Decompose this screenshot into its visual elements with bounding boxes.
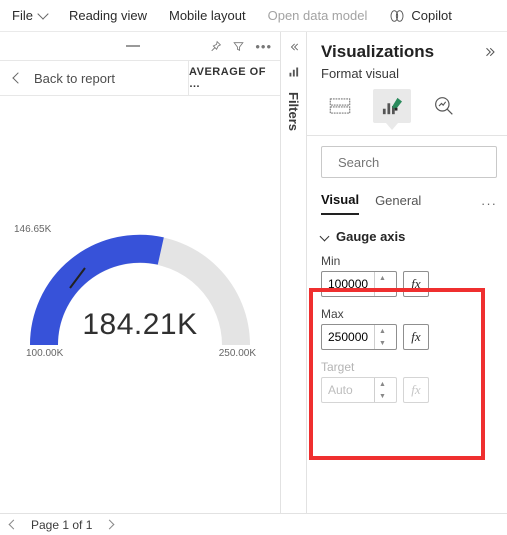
format-subtabs: Visual General ···: [321, 192, 497, 215]
menu-copilot[interactable]: Copilot: [389, 8, 451, 24]
menu-file[interactable]: File: [12, 8, 47, 23]
top-menu: File Reading view Mobile layout Open dat…: [0, 0, 507, 32]
next-page-icon[interactable]: [105, 520, 115, 530]
chevron-down-icon: [320, 232, 330, 242]
max-input-box[interactable]: ▲▼: [321, 324, 397, 350]
section-header-gauge-axis[interactable]: Gauge axis: [321, 229, 497, 244]
back-label: Back to report: [34, 71, 115, 86]
format-paint-icon: [381, 96, 403, 116]
search-input[interactable]: [338, 155, 507, 170]
filters-label: Filters: [286, 92, 301, 131]
field-min: Min ▲▼ fx: [321, 254, 497, 297]
spin-up-icon[interactable]: ▲: [375, 325, 390, 337]
menu-file-label: File: [12, 8, 33, 23]
chevron-left-icon: [12, 72, 23, 83]
grid-icon: [329, 98, 351, 114]
field-target: Target ▲▼ fx: [321, 360, 497, 403]
pane-title: Visualizations: [321, 42, 434, 62]
menu-open-data-model: Open data model: [268, 8, 368, 23]
gauge-value: 184.21K: [30, 308, 250, 342]
tab-build-visual[interactable]: [321, 89, 359, 123]
pane-subtitle: Format visual: [321, 66, 497, 81]
min-input-box[interactable]: ▲▼: [321, 271, 397, 297]
min-input[interactable]: [322, 277, 374, 291]
subtab-general[interactable]: General: [375, 193, 421, 214]
menu-reading-view[interactable]: Reading view: [69, 8, 147, 23]
menu-mobile-layout[interactable]: Mobile layout: [169, 8, 246, 23]
more-icon[interactable]: •••: [255, 39, 272, 54]
filter-icon[interactable]: [232, 40, 245, 53]
pin-icon[interactable]: [209, 40, 222, 53]
spin-down-icon[interactable]: ▼: [375, 284, 390, 296]
magnifier-chart-icon: [434, 96, 454, 116]
field-max: Max ▲▼ fx: [321, 307, 497, 350]
page-footer: Page 1 of 1: [0, 513, 507, 535]
section-title: Gauge axis: [336, 229, 405, 244]
field-target-label: Target: [321, 360, 497, 374]
target-input: [322, 383, 374, 397]
target-input-box: ▲▼: [321, 377, 397, 403]
copilot-icon: [389, 8, 405, 24]
spin-down-icon[interactable]: ▼: [375, 337, 390, 349]
max-input[interactable]: [322, 330, 374, 344]
subtab-more-icon[interactable]: ···: [481, 196, 497, 211]
spin-up-icon: ▲: [375, 378, 390, 390]
visual-header: •••: [0, 32, 280, 60]
gauge-visual[interactable]: 146.65K 184.21K 100.00K 250.00K: [8, 232, 272, 352]
spin-up-icon[interactable]: ▲: [375, 272, 390, 284]
drag-handle-icon[interactable]: [126, 45, 140, 47]
collapse-left-icon[interactable]: [289, 42, 299, 52]
tab-analytics[interactable]: [425, 89, 463, 123]
max-fx-button[interactable]: fx: [403, 324, 429, 350]
target-fx-button: fx: [403, 377, 429, 403]
report-canvas: ••• Back to report AVERAGE OF … 146.65K: [0, 32, 281, 513]
section-gauge-axis: Gauge axis Min ▲▼ fx Max ▲▼: [321, 229, 497, 403]
menu-copilot-label: Copilot: [411, 8, 451, 23]
min-fx-button[interactable]: fx: [403, 271, 429, 297]
spin-down-icon: ▼: [375, 390, 390, 402]
field-min-label: Min: [321, 254, 497, 268]
search-box[interactable]: [321, 146, 497, 178]
page-indicator: Page 1 of 1: [31, 518, 92, 532]
visualizations-pane: Visualizations Format visual Visual Gene…: [307, 32, 507, 513]
visual-title: AVERAGE OF …: [188, 61, 280, 95]
field-max-label: Max: [321, 307, 497, 321]
tab-format-visual[interactable]: [373, 89, 411, 123]
expand-right-icon[interactable]: [485, 46, 497, 58]
gauge-max-label: 250.00K: [219, 348, 256, 359]
chevron-down-icon: [37, 8, 48, 19]
bar-chart-icon: [288, 66, 300, 78]
gauge-min-label: 100.00K: [26, 348, 63, 359]
prev-page-icon[interactable]: [9, 520, 19, 530]
subtab-visual[interactable]: Visual: [321, 192, 359, 215]
filters-rail[interactable]: Filters: [281, 32, 307, 513]
back-to-report-button[interactable]: Back to report: [0, 61, 188, 95]
format-mode-tabs: [321, 89, 497, 123]
